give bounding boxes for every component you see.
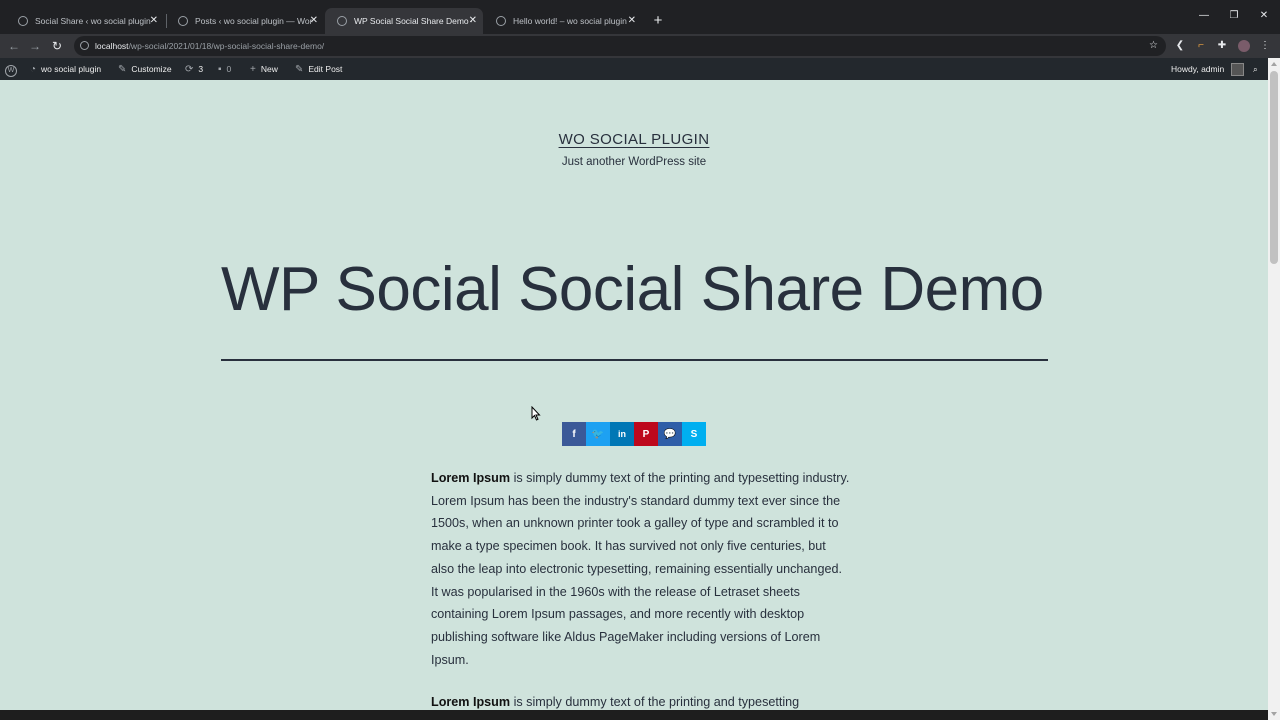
scroll-up-icon[interactable] [1271, 62, 1277, 66]
brush-icon: ✎ [118, 64, 127, 75]
wp-admin-bar: W ◔ wo social plugin ✎ Customize ⟳ 3 ▪ 0 + Ne… [0, 58, 1280, 80]
admin-updates[interactable]: ⟳ 3 [185, 58, 203, 80]
admin-edit-post[interactable]: ✎ Edit Post [295, 58, 342, 80]
page-scrollbar[interactable] [1268, 58, 1280, 720]
tab-title: WP Social Social Share Demo – wo social … [354, 16, 472, 26]
share-button-twitter[interactable]: 🐦 [586, 422, 610, 446]
minimize-icon[interactable]: — [1190, 10, 1218, 21]
site-title-link[interactable]: WO SOCIAL PLUGIN [559, 131, 710, 148]
tab-title: Social Share ‹ wo social plugin — WordPr… [35, 16, 153, 26]
mouse-cursor-icon [531, 406, 541, 421]
linkedin-icon: in [618, 429, 626, 439]
puzzle-extensions-icon[interactable]: ✚ [1214, 38, 1230, 54]
browser-tab-active[interactable]: WP Social Social Share Demo – wo social … [325, 8, 483, 34]
share-button-facebook[interactable]: f [562, 422, 586, 446]
globe-icon [496, 16, 506, 26]
share-button-linkedin[interactable]: in [610, 422, 634, 446]
skype-icon: S [690, 428, 698, 440]
share-button-messenger[interactable]: 💬 [658, 422, 682, 446]
plus-icon: + [250, 64, 256, 75]
pinterest-icon: P [642, 428, 650, 440]
browser-tab[interactable]: Posts ‹ wo social plugin — WordPress ✕ [166, 8, 324, 34]
admin-customize[interactable]: ✎ Customize [118, 58, 172, 80]
search-icon[interactable]: ⌕ [1253, 58, 1258, 80]
globe-icon [178, 16, 188, 26]
browser-tab[interactable]: Social Share ‹ wo social plugin — WordPr… [6, 8, 164, 34]
back-icon[interactable]: ← [6, 38, 22, 54]
taskbar-strip [0, 710, 1268, 720]
admin-site-name[interactable]: ◔ wo social plugin [30, 58, 101, 80]
globe-icon [337, 16, 347, 26]
close-tab-icon[interactable]: ✕ [628, 8, 636, 34]
scroll-thumb[interactable] [1270, 71, 1278, 264]
post-title: WP Social Social Share Demo [221, 255, 1044, 324]
globe-icon [18, 16, 28, 26]
browser-tab[interactable]: Hello world! – wo social plugin ✕ [484, 8, 642, 34]
close-tab-icon[interactable]: ✕ [310, 8, 318, 34]
menu-kebab-icon[interactable]: ⋮ [1257, 38, 1273, 54]
tab-title: Posts ‹ wo social plugin — WordPress [195, 16, 313, 26]
site-title: WO SOCIAL PLUGIN [0, 131, 1268, 148]
admin-account[interactable]: Howdy, admin [1171, 58, 1244, 80]
restore-icon[interactable]: ❐ [1220, 10, 1248, 21]
url-text[interactable]: localhost/wp-social/2021/01/18/wp-social… [95, 36, 324, 56]
share-button-pinterest[interactable]: P [634, 422, 658, 446]
post-paragraph: Lorem Ipsum is simply dummy text of the … [431, 471, 850, 667]
address-bar[interactable]: localhost/wp-social/2021/01/18/wp-social… [74, 36, 1166, 56]
close-window-icon[interactable]: ✕ [1250, 10, 1278, 21]
updates-icon: ⟳ [185, 64, 194, 75]
info-icon[interactable] [80, 41, 89, 50]
facebook-icon: f [572, 428, 576, 440]
pencil-icon: ✎ [295, 64, 304, 75]
title-divider [221, 359, 1048, 361]
messenger-icon: 💬 [663, 428, 677, 440]
social-share-bar: f 🐦 in P 💬 S [562, 422, 706, 446]
admin-comments[interactable]: ▪ 0 [218, 58, 231, 80]
close-tab-icon[interactable]: ✕ [150, 8, 158, 34]
share-button-skype[interactable]: S [682, 422, 706, 446]
browser-toolbar: ← → ↻ localhost/wp-social/2021/01/18/wp-… [0, 34, 1280, 58]
tab-title: Hello world! – wo social plugin [513, 16, 627, 26]
comment-icon: ▪ [218, 64, 222, 75]
forward-icon[interactable]: → [27, 38, 43, 54]
reload-icon[interactable]: ↻ [49, 38, 65, 54]
extension-icon[interactable]: ⌐ [1193, 38, 1209, 54]
scroll-down-icon[interactable] [1271, 712, 1277, 716]
close-tab-icon[interactable]: ✕ [469, 8, 477, 34]
wordpress-logo-icon[interactable]: W [5, 58, 17, 80]
admin-new[interactable]: + New [250, 58, 278, 80]
extension-arrow-icon[interactable]: ❮ [1172, 38, 1188, 54]
twitter-icon: 🐦 [591, 428, 605, 440]
browser-tab-strip: Social Share ‹ wo social plugin — WordPr… [0, 0, 1280, 34]
profile-avatar-icon[interactable] [1236, 38, 1252, 54]
new-tab-button[interactable]: + [648, 8, 668, 34]
dashboard-icon: ◔ [30, 64, 37, 75]
avatar [1230, 63, 1244, 77]
site-tagline: Just another WordPress site [561, 156, 707, 168]
bookmark-star-icon[interactable]: ☆ [1149, 36, 1158, 56]
